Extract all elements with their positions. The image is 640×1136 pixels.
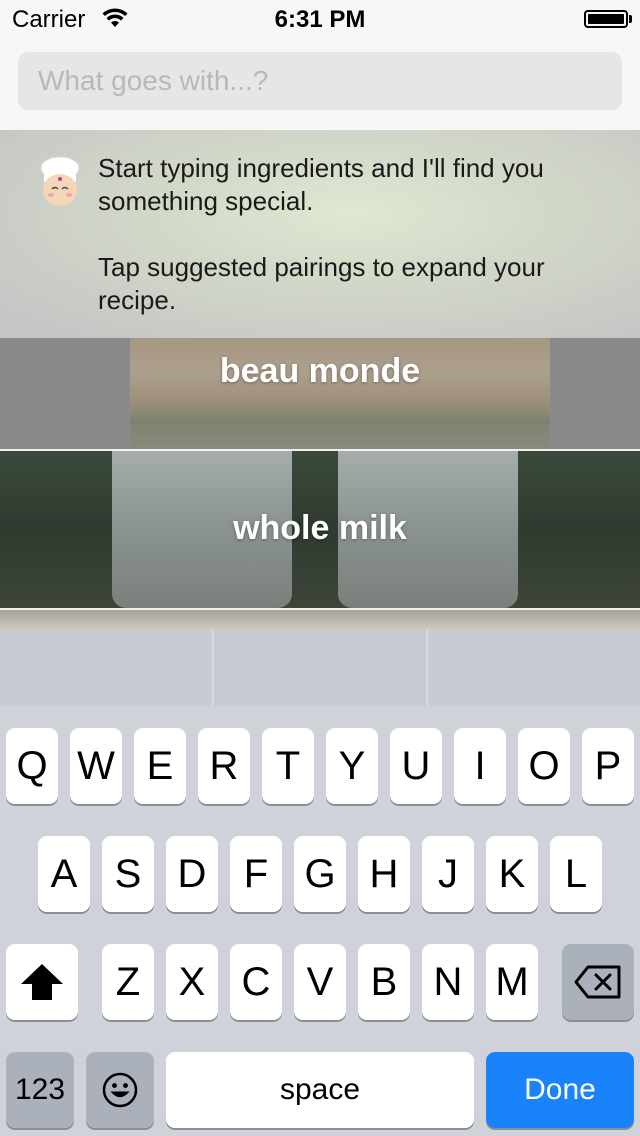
key-h[interactable]: H xyxy=(358,836,410,912)
key-m[interactable]: M xyxy=(486,944,538,1020)
battery-tip xyxy=(629,15,632,23)
key-a[interactable]: A xyxy=(38,836,90,912)
emoji-icon xyxy=(102,1072,138,1108)
key-i[interactable]: I xyxy=(454,728,506,804)
chef-avatar-icon xyxy=(40,156,80,206)
status-bar: Carrier 6:31 PM xyxy=(0,0,640,40)
predictive-separator xyxy=(212,630,214,706)
shift-key[interactable] xyxy=(6,944,78,1020)
key-l[interactable]: L xyxy=(550,836,602,912)
key-f[interactable]: F xyxy=(230,836,282,912)
predictive-bar xyxy=(0,630,640,706)
pairing-label: beau monde xyxy=(219,352,421,390)
key-d[interactable]: D xyxy=(166,836,218,912)
key-c[interactable]: C xyxy=(230,944,282,1020)
key-j[interactable]: J xyxy=(422,836,474,912)
intro-panel: Start typing ingredients and I'll find y… xyxy=(0,130,640,338)
pairing-row-whole-milk[interactable]: whole milk xyxy=(0,451,640,608)
keyboard: Q W E R T Y U I O P A S D F G H J K L Z … xyxy=(0,630,640,1136)
intro-text: Start typing ingredients and I'll find y… xyxy=(98,152,618,350)
pairing-row-beau-monde[interactable]: beau monde xyxy=(0,338,640,449)
key-z[interactable]: Z xyxy=(102,944,154,1020)
key-q[interactable]: Q xyxy=(6,728,58,804)
key-y[interactable]: Y xyxy=(326,728,378,804)
key-v[interactable]: V xyxy=(294,944,346,1020)
key-t[interactable]: T xyxy=(262,728,314,804)
predictive-separator xyxy=(426,630,428,706)
pairing-label: whole milk xyxy=(233,509,407,547)
numbers-key[interactable]: 123 xyxy=(6,1052,74,1128)
intro-line-2: Tap suggested pairings to expand your re… xyxy=(98,252,545,315)
pairing-row-partial[interactable] xyxy=(0,610,640,630)
key-o[interactable]: O xyxy=(518,728,570,804)
done-button[interactable]: Done xyxy=(486,1052,634,1128)
space-bar[interactable]: space xyxy=(166,1052,474,1128)
key-w[interactable]: W xyxy=(70,728,122,804)
battery-icon xyxy=(584,10,628,28)
key-r[interactable]: R xyxy=(198,728,250,804)
search-bar xyxy=(0,40,640,131)
key-e[interactable]: E xyxy=(134,728,186,804)
intro-line-1: Start typing ingredients and I'll find y… xyxy=(98,153,544,216)
key-x[interactable]: X xyxy=(166,944,218,1020)
delete-key[interactable] xyxy=(562,944,634,1020)
key-s[interactable]: S xyxy=(102,836,154,912)
backspace-icon xyxy=(574,965,621,999)
shift-icon xyxy=(21,964,63,1000)
emoji-key[interactable] xyxy=(86,1052,154,1128)
key-k[interactable]: K xyxy=(486,836,538,912)
key-g[interactable]: G xyxy=(294,836,346,912)
key-p[interactable]: P xyxy=(582,728,634,804)
key-b[interactable]: B xyxy=(358,944,410,1020)
key-u[interactable]: U xyxy=(390,728,442,804)
key-n[interactable]: N xyxy=(422,944,474,1020)
search-input[interactable] xyxy=(18,52,622,110)
clock: 6:31 PM xyxy=(274,6,366,33)
